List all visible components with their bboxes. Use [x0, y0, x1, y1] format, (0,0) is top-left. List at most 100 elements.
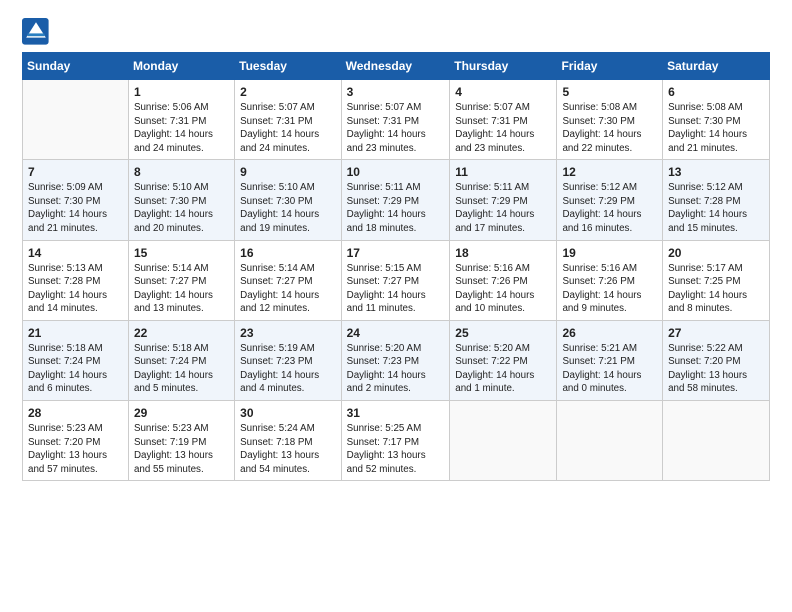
week-row-3: 14Sunrise: 5:13 AMSunset: 7:28 PMDayligh…: [23, 240, 770, 320]
day-info: Sunrise: 5:19 AMSunset: 7:23 PMDaylight:…: [240, 342, 335, 396]
day-info: Sunrise: 5:23 AMSunset: 7:20 PMDaylight:…: [28, 422, 123, 476]
calendar-header: SundayMondayTuesdayWednesdayThursdayFrid…: [23, 53, 770, 80]
calendar-cell: 13Sunrise: 5:12 AMSunset: 7:28 PMDayligh…: [663, 160, 770, 240]
day-number: 7: [28, 164, 123, 180]
calendar-cell: 5Sunrise: 5:08 AMSunset: 7:30 PMDaylight…: [557, 80, 663, 160]
calendar-cell: [663, 401, 770, 481]
week-row-5: 28Sunrise: 5:23 AMSunset: 7:20 PMDayligh…: [23, 401, 770, 481]
day-number: 12: [562, 164, 657, 180]
day-info: Sunrise: 5:07 AMSunset: 7:31 PMDaylight:…: [240, 101, 335, 155]
day-number: 6: [668, 84, 764, 100]
day-info: Sunrise: 5:25 AMSunset: 7:17 PMDaylight:…: [347, 422, 445, 476]
day-number: 15: [134, 245, 229, 261]
day-info: Sunrise: 5:08 AMSunset: 7:30 PMDaylight:…: [668, 101, 764, 155]
calendar-cell: 1Sunrise: 5:06 AMSunset: 7:31 PMDaylight…: [128, 80, 234, 160]
calendar-body: 1Sunrise: 5:06 AMSunset: 7:31 PMDaylight…: [23, 80, 770, 481]
day-number: 3: [347, 84, 445, 100]
day-number: 10: [347, 164, 445, 180]
day-number: 18: [455, 245, 551, 261]
day-number: 31: [347, 405, 445, 421]
day-info: Sunrise: 5:16 AMSunset: 7:26 PMDaylight:…: [455, 262, 551, 316]
day-info: Sunrise: 5:16 AMSunset: 7:26 PMDaylight:…: [562, 262, 657, 316]
day-info: Sunrise: 5:20 AMSunset: 7:22 PMDaylight:…: [455, 342, 551, 396]
day-number: 28: [28, 405, 123, 421]
day-number: 20: [668, 245, 764, 261]
calendar-cell: 25Sunrise: 5:20 AMSunset: 7:22 PMDayligh…: [450, 320, 557, 400]
day-info: Sunrise: 5:07 AMSunset: 7:31 PMDaylight:…: [347, 101, 445, 155]
calendar-cell: 15Sunrise: 5:14 AMSunset: 7:27 PMDayligh…: [128, 240, 234, 320]
day-info: Sunrise: 5:06 AMSunset: 7:31 PMDaylight:…: [134, 101, 229, 155]
day-number: 21: [28, 325, 123, 341]
day-number: 26: [562, 325, 657, 341]
calendar-cell: 10Sunrise: 5:11 AMSunset: 7:29 PMDayligh…: [341, 160, 450, 240]
weekday-tuesday: Tuesday: [235, 53, 341, 80]
logo: [22, 18, 53, 46]
calendar-cell: 24Sunrise: 5:20 AMSunset: 7:23 PMDayligh…: [341, 320, 450, 400]
calendar-cell: 29Sunrise: 5:23 AMSunset: 7:19 PMDayligh…: [128, 401, 234, 481]
calendar-cell: [557, 401, 663, 481]
day-info: Sunrise: 5:14 AMSunset: 7:27 PMDaylight:…: [240, 262, 335, 316]
day-number: 2: [240, 84, 335, 100]
day-info: Sunrise: 5:12 AMSunset: 7:29 PMDaylight:…: [562, 181, 657, 235]
calendar-cell: 7Sunrise: 5:09 AMSunset: 7:30 PMDaylight…: [23, 160, 129, 240]
day-number: 13: [668, 164, 764, 180]
day-info: Sunrise: 5:10 AMSunset: 7:30 PMDaylight:…: [240, 181, 335, 235]
day-number: 5: [562, 84, 657, 100]
day-number: 22: [134, 325, 229, 341]
day-info: Sunrise: 5:11 AMSunset: 7:29 PMDaylight:…: [347, 181, 445, 235]
weekday-wednesday: Wednesday: [341, 53, 450, 80]
calendar-cell: [23, 80, 129, 160]
week-row-1: 1Sunrise: 5:06 AMSunset: 7:31 PMDaylight…: [23, 80, 770, 160]
calendar-cell: 14Sunrise: 5:13 AMSunset: 7:28 PMDayligh…: [23, 240, 129, 320]
calendar-cell: 21Sunrise: 5:18 AMSunset: 7:24 PMDayligh…: [23, 320, 129, 400]
calendar-cell: 9Sunrise: 5:10 AMSunset: 7:30 PMDaylight…: [235, 160, 341, 240]
weekday-sunday: Sunday: [23, 53, 129, 80]
day-info: Sunrise: 5:12 AMSunset: 7:28 PMDaylight:…: [668, 181, 764, 235]
day-info: Sunrise: 5:24 AMSunset: 7:18 PMDaylight:…: [240, 422, 335, 476]
day-info: Sunrise: 5:09 AMSunset: 7:30 PMDaylight:…: [28, 181, 123, 235]
day-number: 30: [240, 405, 335, 421]
day-info: Sunrise: 5:22 AMSunset: 7:20 PMDaylight:…: [668, 342, 764, 396]
calendar-cell: 19Sunrise: 5:16 AMSunset: 7:26 PMDayligh…: [557, 240, 663, 320]
calendar: SundayMondayTuesdayWednesdayThursdayFrid…: [22, 52, 770, 481]
day-number: 14: [28, 245, 123, 261]
calendar-cell: 16Sunrise: 5:14 AMSunset: 7:27 PMDayligh…: [235, 240, 341, 320]
day-number: 27: [668, 325, 764, 341]
logo-icon: [22, 18, 50, 46]
calendar-cell: 31Sunrise: 5:25 AMSunset: 7:17 PMDayligh…: [341, 401, 450, 481]
weekday-thursday: Thursday: [450, 53, 557, 80]
calendar-cell: 11Sunrise: 5:11 AMSunset: 7:29 PMDayligh…: [450, 160, 557, 240]
day-number: 17: [347, 245, 445, 261]
day-info: Sunrise: 5:23 AMSunset: 7:19 PMDaylight:…: [134, 422, 229, 476]
calendar-cell: 2Sunrise: 5:07 AMSunset: 7:31 PMDaylight…: [235, 80, 341, 160]
calendar-cell: 4Sunrise: 5:07 AMSunset: 7:31 PMDaylight…: [450, 80, 557, 160]
calendar-cell: 30Sunrise: 5:24 AMSunset: 7:18 PMDayligh…: [235, 401, 341, 481]
week-row-2: 7Sunrise: 5:09 AMSunset: 7:30 PMDaylight…: [23, 160, 770, 240]
calendar-cell: 26Sunrise: 5:21 AMSunset: 7:21 PMDayligh…: [557, 320, 663, 400]
calendar-cell: 18Sunrise: 5:16 AMSunset: 7:26 PMDayligh…: [450, 240, 557, 320]
day-info: Sunrise: 5:07 AMSunset: 7:31 PMDaylight:…: [455, 101, 551, 155]
calendar-cell: 20Sunrise: 5:17 AMSunset: 7:25 PMDayligh…: [663, 240, 770, 320]
calendar-cell: 3Sunrise: 5:07 AMSunset: 7:31 PMDaylight…: [341, 80, 450, 160]
day-number: 9: [240, 164, 335, 180]
calendar-cell: [450, 401, 557, 481]
day-info: Sunrise: 5:17 AMSunset: 7:25 PMDaylight:…: [668, 262, 764, 316]
week-row-4: 21Sunrise: 5:18 AMSunset: 7:24 PMDayligh…: [23, 320, 770, 400]
day-info: Sunrise: 5:10 AMSunset: 7:30 PMDaylight:…: [134, 181, 229, 235]
calendar-cell: 6Sunrise: 5:08 AMSunset: 7:30 PMDaylight…: [663, 80, 770, 160]
day-number: 11: [455, 164, 551, 180]
day-number: 24: [347, 325, 445, 341]
day-info: Sunrise: 5:18 AMSunset: 7:24 PMDaylight:…: [28, 342, 123, 396]
page: SundayMondayTuesdayWednesdayThursdayFrid…: [0, 0, 792, 612]
day-info: Sunrise: 5:15 AMSunset: 7:27 PMDaylight:…: [347, 262, 445, 316]
calendar-cell: 8Sunrise: 5:10 AMSunset: 7:30 PMDaylight…: [128, 160, 234, 240]
day-info: Sunrise: 5:21 AMSunset: 7:21 PMDaylight:…: [562, 342, 657, 396]
calendar-cell: 12Sunrise: 5:12 AMSunset: 7:29 PMDayligh…: [557, 160, 663, 240]
calendar-cell: 17Sunrise: 5:15 AMSunset: 7:27 PMDayligh…: [341, 240, 450, 320]
day-number: 4: [455, 84, 551, 100]
weekday-monday: Monday: [128, 53, 234, 80]
day-info: Sunrise: 5:20 AMSunset: 7:23 PMDaylight:…: [347, 342, 445, 396]
day-number: 1: [134, 84, 229, 100]
header: [22, 18, 770, 46]
calendar-cell: 22Sunrise: 5:18 AMSunset: 7:24 PMDayligh…: [128, 320, 234, 400]
